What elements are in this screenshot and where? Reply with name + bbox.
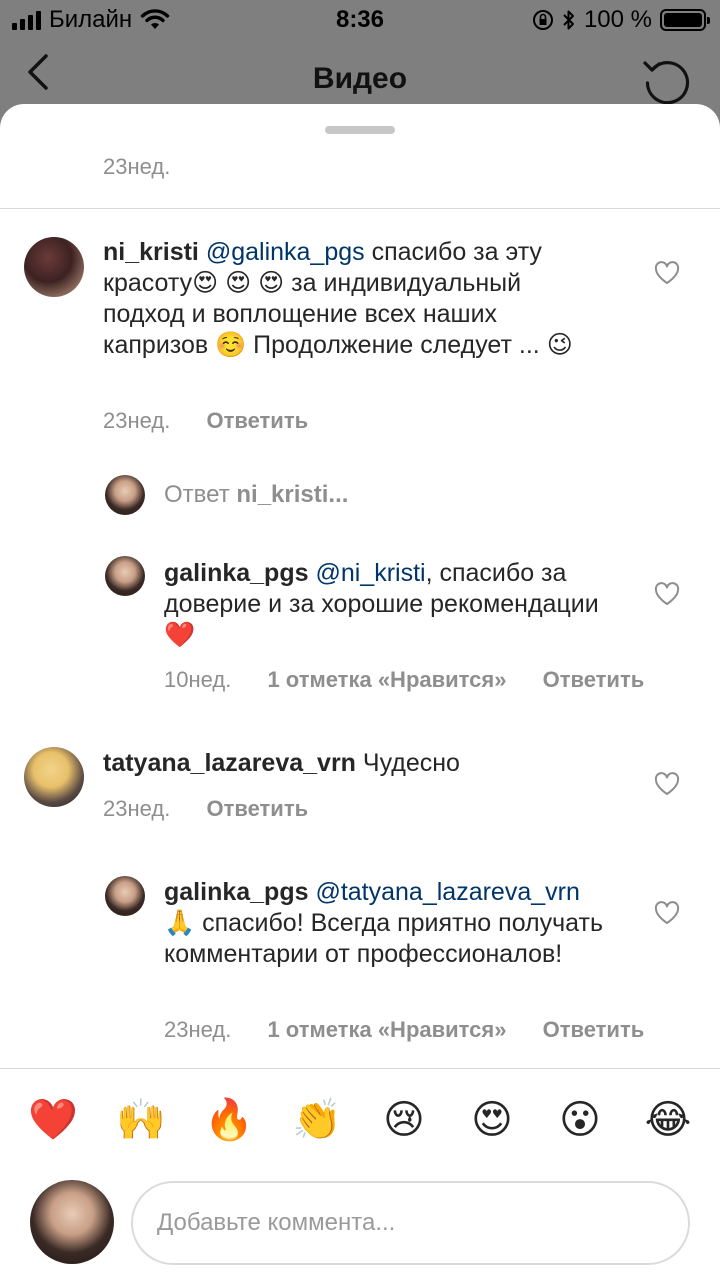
reply-prompt[interactable]: Ответ ni_kristi... bbox=[164, 481, 348, 509]
battery-percent: 100 % bbox=[583, 6, 652, 33]
emoji-raised-hands[interactable]: 🙌 bbox=[116, 1096, 166, 1144]
avatar[interactable] bbox=[105, 556, 145, 596]
emoji-laughing[interactable]: 😂 bbox=[644, 1096, 692, 1144]
battery-icon bbox=[660, 9, 710, 31]
comment-composer bbox=[131, 1181, 690, 1265]
comment-body: ni_kristi @galinka_pgs спасибо за эту кр… bbox=[103, 237, 593, 361]
previous-comment-time: 23нед. bbox=[103, 154, 171, 179]
divider bbox=[0, 1068, 720, 1069]
comment-username[interactable]: ni_kristi bbox=[103, 238, 199, 266]
comment-meta: 23нед. Ответить bbox=[103, 408, 308, 434]
heart-outline-icon[interactable] bbox=[654, 582, 680, 606]
comment-body: tatyana_lazareva_vrn Чудесно bbox=[103, 748, 593, 779]
emoji-heart[interactable]: ❤️ bbox=[28, 1096, 78, 1144]
current-user-avatar bbox=[30, 1180, 114, 1264]
refresh-icon[interactable] bbox=[642, 54, 692, 104]
reply-button[interactable]: Ответить bbox=[543, 667, 645, 692]
comment-mention[interactable]: @galinka_pgs bbox=[206, 238, 365, 266]
heart-outline-icon[interactable] bbox=[654, 772, 680, 796]
avatar[interactable] bbox=[24, 747, 84, 807]
comment-input[interactable] bbox=[133, 1183, 688, 1263]
emoji-surprised[interactable]: 😮 bbox=[556, 1096, 604, 1144]
comment-meta: 23нед. 1 отметка «Нравится» Ответить bbox=[164, 1017, 644, 1043]
reply-prompt-username: ni_kristi... bbox=[236, 481, 349, 508]
orientation-lock-icon bbox=[532, 10, 553, 30]
avatar[interactable] bbox=[105, 876, 145, 916]
heart-outline-icon[interactable] bbox=[654, 901, 680, 925]
reply-button[interactable]: Ответить bbox=[543, 1017, 645, 1042]
bluetooth-icon bbox=[563, 10, 574, 30]
comment-body: galinka_pgs @tatyana_lazareva_vrn 🙏 спас… bbox=[164, 877, 614, 970]
status-bar-right: 100 % bbox=[532, 6, 710, 34]
reply-button[interactable]: Ответить bbox=[206, 796, 308, 821]
nav-bar: Видео bbox=[0, 40, 720, 104]
emoji-clapping[interactable]: 👏 bbox=[292, 1096, 342, 1144]
comment-meta: 23нед. Ответить bbox=[103, 796, 308, 822]
heart-outline-icon[interactable] bbox=[654, 261, 680, 285]
reply-prompt-prefix: Ответ bbox=[164, 481, 230, 508]
comment-text: Чудесно bbox=[362, 749, 460, 777]
comment-mention[interactable]: @tatyana_lazareva_vrn bbox=[315, 878, 579, 906]
emoji-crying[interactable]: 😢 bbox=[380, 1096, 428, 1144]
avatar bbox=[105, 475, 145, 515]
comment-time: 23нед. bbox=[164, 1017, 232, 1042]
likes-count[interactable]: 1 отметка «Нравится» bbox=[267, 667, 506, 692]
comment-text: 🙏 спасибо! Всегда приятно получать комме… bbox=[164, 909, 603, 968]
comment-mention[interactable]: @ni_kristi bbox=[315, 559, 425, 587]
comment-meta: 10нед. 1 отметка «Нравится» Ответить bbox=[164, 667, 644, 693]
comment-time: 10нед. bbox=[164, 667, 232, 692]
emoji-fire[interactable]: 🔥 bbox=[204, 1096, 254, 1144]
status-bar: Билайн 8:36 100 % bbox=[0, 0, 720, 40]
sheet-drag-handle[interactable] bbox=[325, 126, 395, 134]
divider bbox=[0, 208, 720, 209]
comment-time: 23нед. bbox=[103, 408, 171, 433]
avatar[interactable] bbox=[24, 237, 84, 297]
comment-time: 23нед. bbox=[103, 796, 171, 821]
comment-username[interactable]: galinka_pgs bbox=[164, 878, 309, 906]
comment-username[interactable]: galinka_pgs bbox=[164, 559, 309, 587]
reply-button[interactable]: Ответить bbox=[206, 408, 308, 433]
likes-count[interactable]: 1 отметка «Нравится» bbox=[267, 1017, 506, 1042]
comment-username[interactable]: tatyana_lazareva_vrn bbox=[103, 749, 356, 777]
emoji-heart-eyes[interactable]: 😍 bbox=[468, 1096, 516, 1144]
comment-body: galinka_pgs @ni_kristi, спасибо за довер… bbox=[164, 558, 614, 651]
comments-sheet: 23нед. ni_kristi @galinka_pgs спасибо за… bbox=[0, 104, 720, 1280]
emoji-quick-bar: ❤️ 🙌 🔥 👏 😢 😍 😮 😂 bbox=[0, 1096, 720, 1166]
page-title: Видео bbox=[312, 62, 408, 95]
